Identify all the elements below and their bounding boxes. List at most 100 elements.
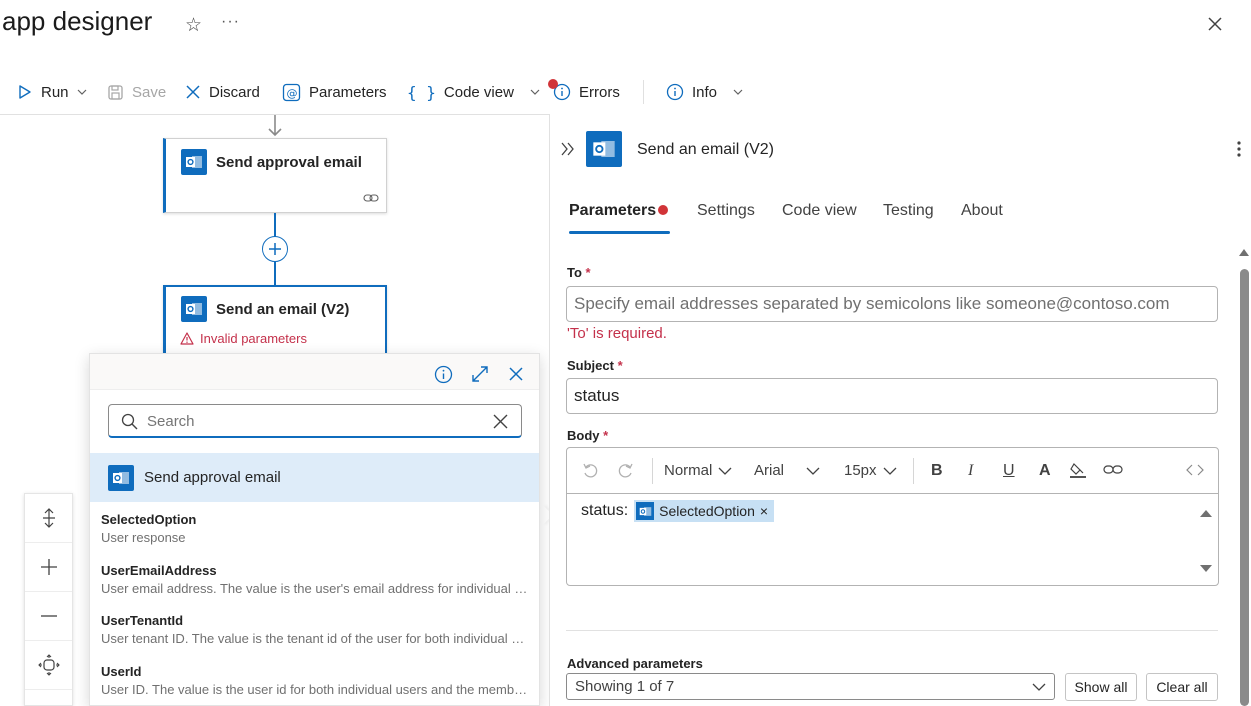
bold-icon[interactable]: B (931, 462, 943, 480)
font-color-icon[interactable]: A (1039, 462, 1051, 480)
tab-settings[interactable]: Settings (697, 202, 755, 220)
editor-content[interactable]: status: SelectedOption × (581, 500, 775, 522)
scroll-up-icon[interactable] (1199, 508, 1213, 518)
info-button[interactable]: Info (666, 80, 743, 104)
chevron-down-icon (733, 89, 743, 95)
more-vertical-icon[interactable] (1236, 140, 1242, 158)
token-name: SelectedOption (101, 512, 197, 527)
card-title: Send an email (V2) (216, 301, 350, 318)
search-input[interactable] (147, 411, 477, 431)
tab-about[interactable]: About (961, 202, 1003, 220)
clear-search-icon[interactable] (493, 414, 508, 429)
close-icon[interactable] (508, 366, 524, 382)
tab-testing[interactable]: Testing (883, 202, 934, 220)
discard-label: Discard (209, 83, 260, 101)
body-text: status: (581, 502, 629, 519)
run-button[interactable]: Run (17, 80, 87, 104)
tab-parameters[interactable]: Parameters (569, 202, 656, 220)
subject-label: Subject * (567, 358, 623, 373)
body-editor[interactable]: Normal Arial 15px B I U A status: Select… (566, 447, 1219, 586)
code-braces-icon: { } (407, 82, 436, 102)
save-label: Save (132, 83, 167, 101)
code-view-button[interactable]: { } Code view (407, 80, 540, 104)
search-box[interactable] (108, 404, 522, 438)
parameters-button[interactable]: @ Parameters (282, 80, 387, 104)
to-field[interactable] (566, 286, 1218, 322)
scrollbar-thumb[interactable] (1240, 269, 1249, 706)
underline-icon[interactable]: U (1003, 462, 1015, 480)
card-error: Invalid parameters (180, 331, 307, 346)
info-icon[interactable] (434, 365, 453, 384)
subject-input[interactable] (567, 379, 1217, 413)
zoom-out-button[interactable] (25, 592, 72, 641)
scroll-up-icon[interactable] (1239, 248, 1249, 256)
redo-icon[interactable] (617, 462, 634, 479)
advanced-parameters-label: Advanced parameters (567, 656, 703, 671)
highlight-icon[interactable] (1069, 461, 1087, 479)
outlook-icon (181, 296, 207, 322)
subject-field[interactable] (566, 378, 1218, 414)
action-details-panel: Send an email (V2) Parameters Settings C… (549, 114, 1251, 706)
section-divider (566, 630, 1218, 631)
font-size-dropdown[interactable]: 15px (844, 462, 897, 479)
run-label: Run (41, 83, 69, 101)
token-item[interactable]: SelectedOption User response (101, 512, 531, 545)
plus-icon (269, 243, 281, 255)
font-family-value: Arial (754, 462, 785, 479)
outlook-icon (181, 149, 207, 175)
collapse-panel-icon[interactable] (561, 142, 575, 156)
italic-icon[interactable]: I (968, 462, 973, 480)
scroll-down-icon[interactable] (1199, 564, 1213, 574)
font-family-dropdown[interactable]: Arial (754, 462, 820, 479)
token-item[interactable]: UserEmailAddress User email address. The… (101, 563, 531, 596)
token-group-header[interactable]: Send approval email (90, 453, 539, 502)
token-item[interactable]: UserTenantId User tenant ID. The value i… (101, 613, 531, 646)
close-icon[interactable] (1206, 15, 1224, 33)
outlook-icon (586, 131, 622, 167)
clear-all-button[interactable]: Clear all (1146, 673, 1218, 701)
outlook-icon (108, 465, 134, 491)
action-card-send-an-email[interactable]: Send an email (V2) Invalid parameters (163, 285, 387, 355)
chevron-down-icon (718, 467, 732, 475)
plus-icon (40, 559, 57, 575)
token-name: UserId (101, 664, 142, 679)
more-options-icon[interactable]: ··· (221, 13, 240, 31)
save-icon (108, 84, 123, 100)
code-view-icon[interactable] (1186, 464, 1204, 476)
token-item[interactable]: UserId User ID. The value is the user id… (101, 664, 531, 697)
required-marker: * (617, 358, 623, 373)
warning-icon (180, 332, 194, 345)
token-chip[interactable]: SelectedOption × (634, 500, 775, 522)
show-all-button[interactable]: Show all (1065, 673, 1137, 701)
discard-button[interactable]: Discard (185, 80, 260, 104)
outlook-icon (636, 502, 655, 520)
dynamic-content-popup: Send approval email SelectedOption User … (89, 353, 540, 706)
fit-view-button[interactable] (25, 641, 72, 690)
body-label-text: Body (567, 428, 600, 443)
tab-code-view[interactable]: Code view (782, 202, 857, 220)
chevron-down-icon (530, 89, 540, 95)
fit-vertical-button[interactable] (25, 494, 72, 543)
active-tab-indicator (569, 231, 670, 234)
favorite-star-icon[interactable]: ☆ (185, 14, 202, 37)
errors-label: Errors (579, 83, 620, 101)
paragraph-format-dropdown[interactable]: Normal (664, 462, 732, 479)
action-card-send-approval-email[interactable]: Send approval email (163, 138, 387, 213)
info-icon (666, 83, 684, 101)
link-icon[interactable] (1103, 463, 1123, 476)
save-button[interactable]: Save (107, 80, 166, 104)
zoom-in-button[interactable] (25, 543, 72, 592)
minus-icon (40, 615, 57, 617)
token-description: User ID. The value is the user id for bo… (101, 682, 529, 697)
token-description: User email address. The value is the use… (101, 581, 529, 596)
subject-label-text: Subject (567, 358, 614, 373)
discard-icon (186, 85, 200, 99)
chevron-down-icon (883, 467, 896, 475)
add-step-button[interactable] (262, 236, 288, 262)
expand-icon[interactable] (471, 365, 489, 383)
advanced-parameters-dropdown[interactable]: Showing 1 of 7 (566, 673, 1055, 700)
errors-button[interactable]: Errors (553, 80, 620, 104)
to-input[interactable] (567, 287, 1217, 321)
undo-icon[interactable] (582, 462, 599, 479)
remove-token-icon[interactable]: × (760, 503, 768, 519)
